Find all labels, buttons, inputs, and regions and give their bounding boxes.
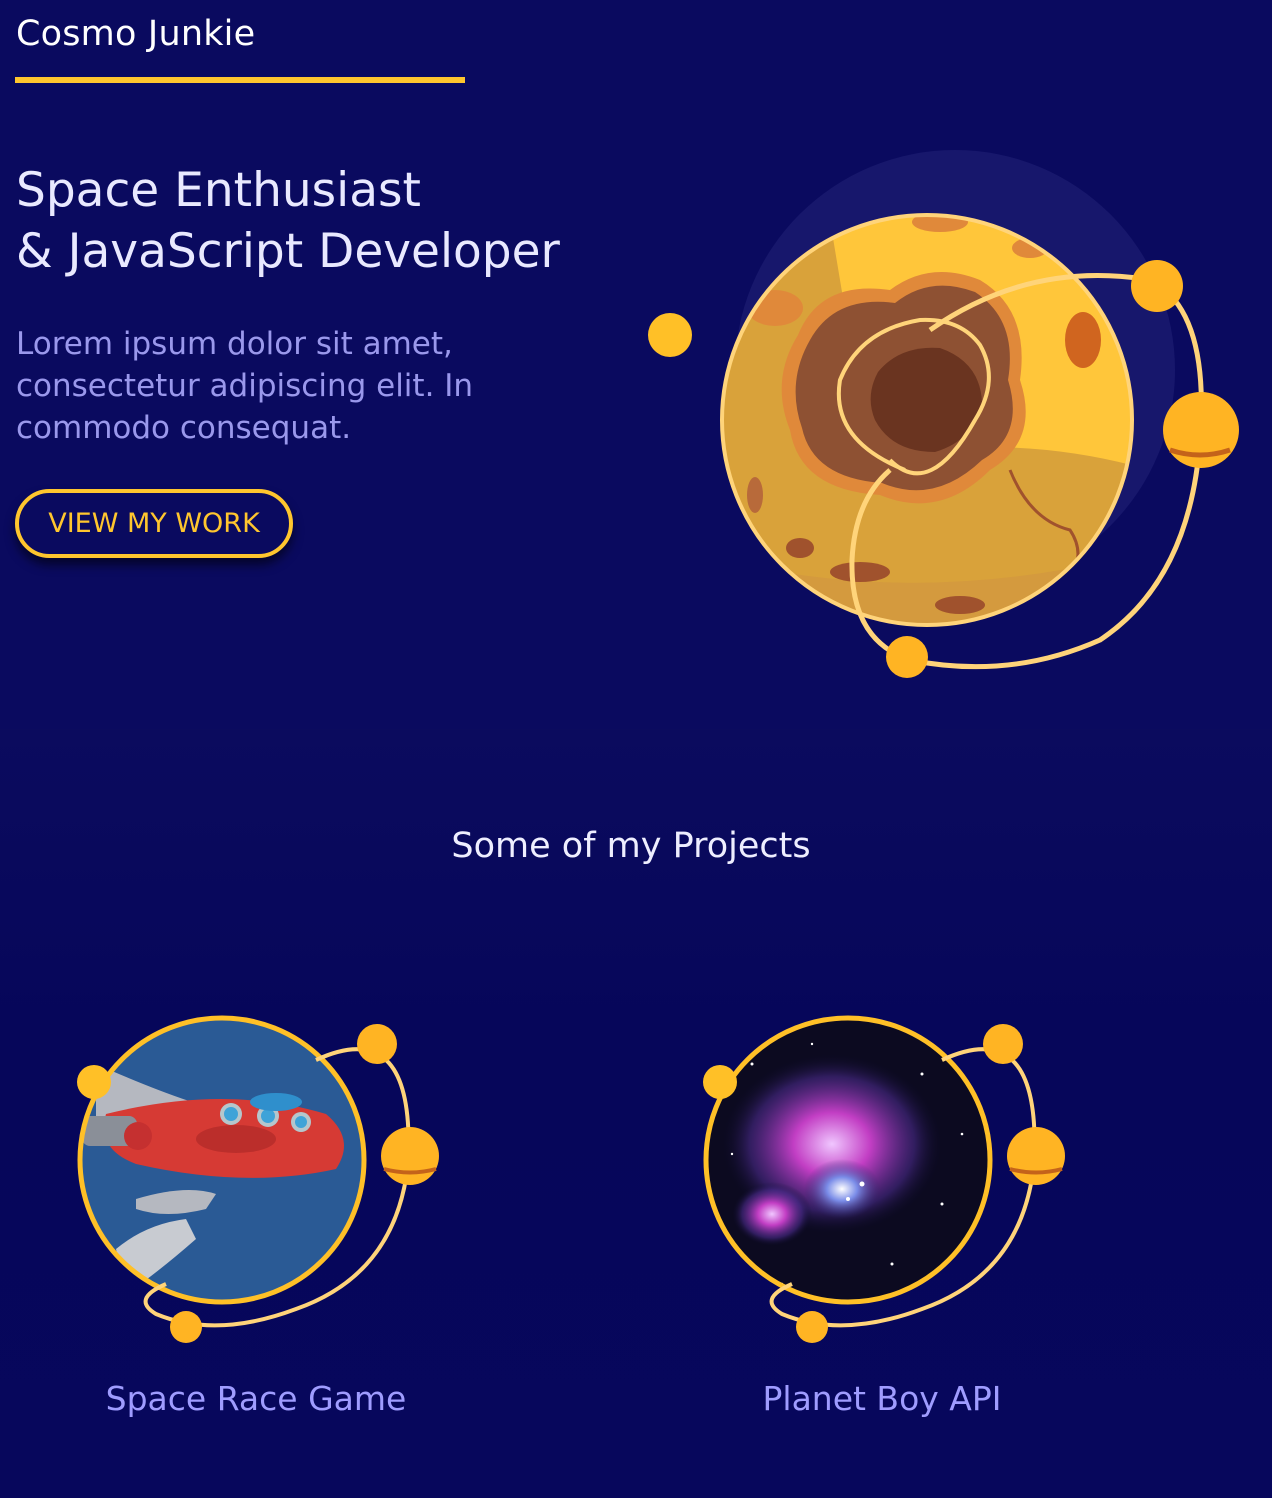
hero-section: Cosmo Junkie Space Enthusiast & JavaScri… — [0, 0, 1272, 729]
moon-icon — [1007, 1127, 1065, 1185]
rocket-thumbnail[interactable] — [36, 1004, 476, 1364]
headline-line-1: Space Enthusiast — [16, 163, 421, 218]
moon-icon — [381, 1127, 439, 1185]
logo-underline — [15, 77, 465, 83]
moon-icon — [357, 1024, 397, 1064]
hero-headline: Space Enthusiast & JavaScript Developer — [16, 160, 560, 282]
moon-icon — [170, 1311, 202, 1343]
moon-top-right — [1131, 260, 1183, 312]
moon-bottom — [886, 636, 928, 678]
project-card-planet-boy[interactable]: Planet Boy API — [662, 1004, 1102, 1424]
moon-icon — [703, 1065, 737, 1099]
project-title-planet-boy[interactable]: Planet Boy API — [662, 1379, 1102, 1418]
planet-illustration — [648, 150, 1239, 678]
nebula-thumbnail[interactable] — [662, 1004, 1102, 1364]
moon-icon — [983, 1024, 1023, 1064]
hero-tagline: Lorem ipsum dolor sit amet, consectetur … — [16, 326, 474, 446]
view-my-work-button[interactable]: VIEW MY WORK — [15, 489, 293, 558]
headline-line-2: & JavaScript Developer — [16, 224, 560, 279]
projects-title: Some of my Projects — [451, 826, 811, 866]
moon-icon — [796, 1311, 828, 1343]
moon-icon — [77, 1065, 111, 1099]
project-card-space-race[interactable]: Space Race Game — [36, 1004, 476, 1424]
site-logo[interactable]: Cosmo Junkie — [16, 14, 255, 54]
projects-section: Some of my Projects Space Race Game Plan… — [0, 729, 1272, 1498]
moon-left — [648, 313, 692, 357]
project-title-space-race[interactable]: Space Race Game — [36, 1379, 476, 1418]
